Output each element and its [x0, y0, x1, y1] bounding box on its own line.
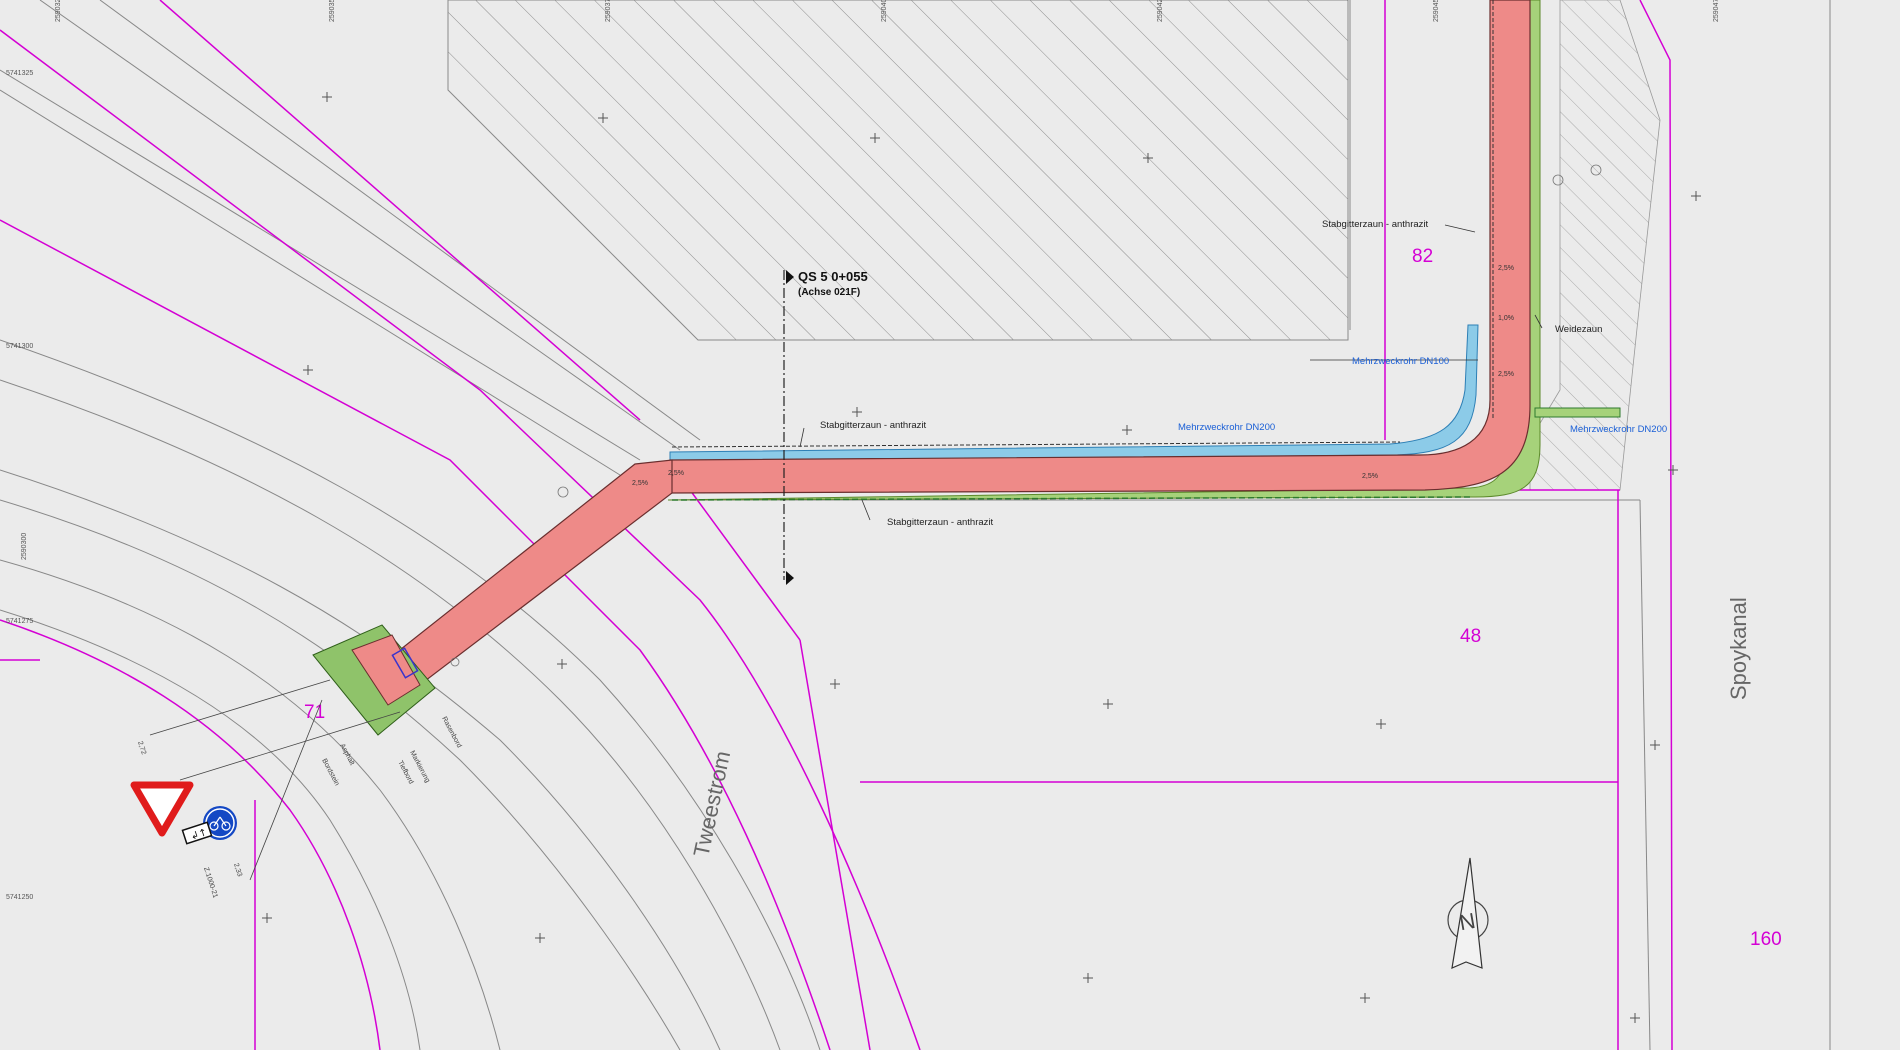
- fence-label-top-right: Stabgitterzaun - anthrazit: [1322, 219, 1429, 230]
- grid-label: 2590450: [1433, 0, 1440, 22]
- grid-label: 2590425: [1157, 0, 1164, 22]
- fence-label-path-lower: Stabgitterzaun - anthrazit: [887, 517, 994, 528]
- parcel-number: 71: [304, 702, 325, 723]
- grid-label: 2590475: [1713, 0, 1720, 22]
- slope-label: 2,5%: [1498, 265, 1514, 272]
- slope-label: 2,5%: [1362, 473, 1378, 480]
- slope-label: 2,5%: [1498, 371, 1514, 378]
- parcel-number: 48: [1460, 626, 1481, 647]
- parcel-number: 160: [1750, 929, 1782, 950]
- section-sublabel: (Achse 021F): [798, 287, 860, 298]
- pipe-dn200-right-label: Mehrzweckrohr DN200: [1570, 424, 1667, 435]
- connection-strip: [1534, 407, 1621, 418]
- grid-label: 2590400: [881, 0, 888, 22]
- slope-label: 2,5%: [668, 470, 684, 477]
- pipe-dn200-path-label: Mehrzweckrohr DN200: [1178, 422, 1275, 433]
- parcel-number: 82: [1412, 246, 1433, 267]
- grid-label: 5741300: [6, 343, 33, 350]
- slope-label: 2,5%: [632, 480, 648, 487]
- slope-label: 1,0%: [1498, 315, 1514, 322]
- grid-label: 2590350: [329, 0, 336, 22]
- pasture-fence-label: Weidezaun: [1555, 324, 1602, 335]
- grid-label: 5741275: [6, 618, 33, 625]
- grid-label: 2590375: [605, 0, 612, 22]
- fence-label-path-upper: Stabgitterzaun - anthrazit: [820, 420, 927, 431]
- street-name-spoykanal: Spoykanal: [1726, 597, 1751, 700]
- grid-label: 5741325: [6, 70, 33, 77]
- grid-label: 5741250: [6, 894, 33, 901]
- pipe-dn100-label: Mehrzweckrohr DN100: [1352, 356, 1449, 367]
- section-label: QS 5 0+055: [798, 269, 868, 284]
- site-plan-map: QS 5 0+055 (Achse 021F) Stabgitterzaun -…: [0, 0, 1900, 1050]
- grid-label: 2590325: [55, 0, 62, 22]
- grid-label: 2590300: [21, 533, 28, 560]
